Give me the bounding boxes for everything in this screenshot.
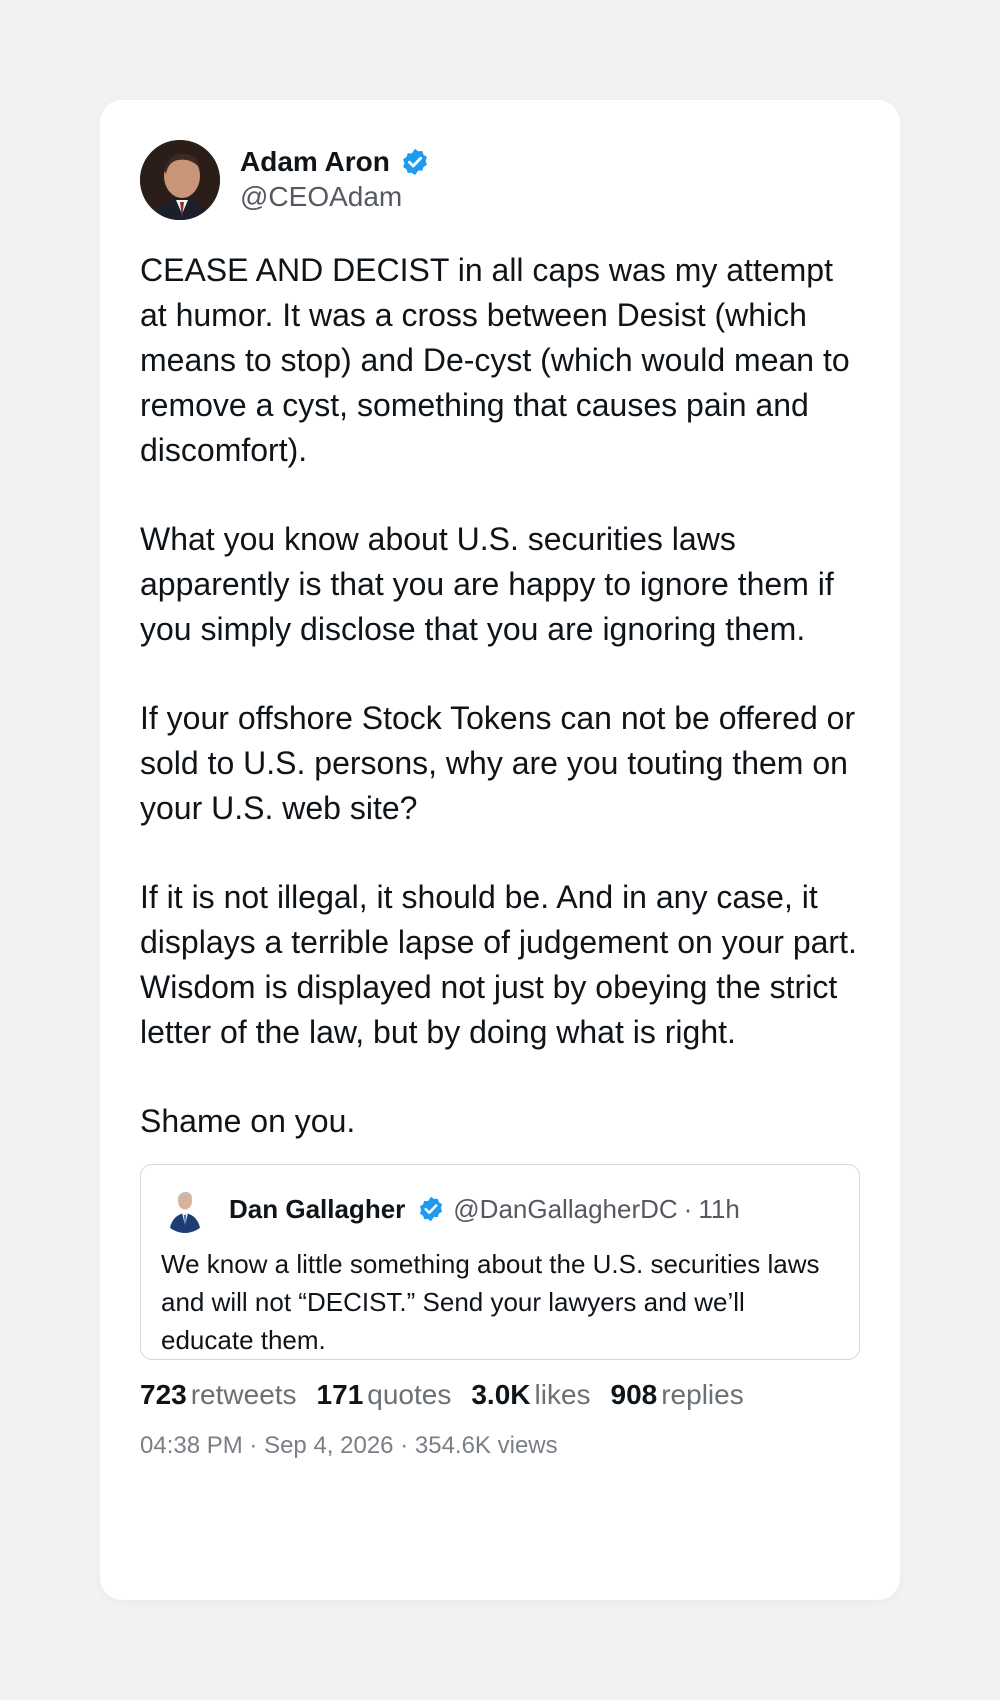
tweet-time[interactable]: 04:38 PM (140, 1432, 243, 1459)
quoted-tweet-text: We know a little something about the U.S… (161, 1249, 820, 1355)
tweet-paragraph: What you know about U.S. securities laws… (140, 521, 834, 647)
likes-label: likes (534, 1379, 591, 1410)
verified-badge-icon (417, 1195, 445, 1223)
tweet-paragraph: If it is not illegal, it should be. And … (140, 879, 857, 1050)
quoted-author-display-name[interactable]: Dan Gallagher (229, 1194, 405, 1225)
retweets-label: retweets (190, 1379, 297, 1410)
likes-stat[interactable]: 3.0K likes (471, 1376, 590, 1414)
author-avatar[interactable] (140, 140, 220, 220)
quotes-count: 171 (316, 1379, 364, 1410)
author-display-name[interactable]: Adam Aron (240, 145, 390, 179)
meta-separator: · (249, 1432, 258, 1459)
tweet-paragraph: Shame on you. (140, 1103, 356, 1139)
quoted-tweet-header: Dan Gallagher @DanGallagherDC · 11h (161, 1183, 839, 1235)
tweet-views: 354.6K views (414, 1432, 558, 1459)
replies-count: 908 (610, 1379, 658, 1410)
tweet-date[interactable]: Sep 4, 2026 (264, 1432, 393, 1459)
tweet-card: Adam Aron @CEOAdam CEASE AND DECIST in a… (100, 100, 900, 1600)
author-handle[interactable]: @CEOAdam (240, 179, 430, 215)
quoted-author-avatar[interactable] (161, 1185, 209, 1233)
quotes-label: quotes (367, 1379, 452, 1410)
quoted-author-handle[interactable]: @DanGallagherDC (453, 1194, 677, 1225)
quoted-tweet[interactable]: Dan Gallagher @DanGallagherDC · 11h We k… (140, 1164, 860, 1360)
retweets-stat[interactable]: 723 retweets (140, 1376, 297, 1414)
tweet-header: Adam Aron @CEOAdam (140, 140, 860, 220)
retweets-count: 723 (140, 1379, 187, 1410)
tweet-paragraph: CEASE AND DECIST in all caps was my atte… (140, 252, 850, 468)
replies-label: replies (661, 1379, 744, 1410)
author-name-row: Adam Aron (240, 145, 430, 179)
verified-badge-icon (400, 147, 430, 177)
meta-separator: · (400, 1432, 409, 1459)
quoted-separator: · (683, 1193, 693, 1224)
engagement-stats: 723 retweets 171 quotes 3.0K likes 908 repli… (140, 1376, 860, 1414)
replies-stat[interactable]: 908 replies (611, 1376, 744, 1414)
quotes-stat[interactable]: 171 quotes (317, 1376, 452, 1414)
tweet-meta: 04:38 PM · Sep 4, 2026 · 354.6K views (140, 1432, 860, 1460)
tweet-paragraph: If your offshore Stock Tokens can not be… (140, 700, 856, 826)
author-names: Adam Aron @CEOAdam (240, 145, 430, 215)
likes-count: 3.0K (471, 1379, 531, 1410)
tweet-body: CEASE AND DECIST in all caps was my atte… (140, 248, 860, 1144)
quoted-timestamp[interactable]: 11h (698, 1194, 739, 1225)
